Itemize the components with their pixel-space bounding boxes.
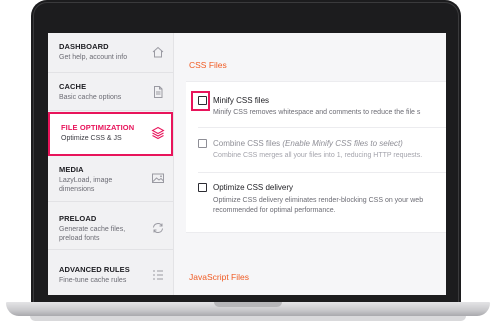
- sidebar: DASHBOARD Get help, account info CACHE B…: [48, 33, 174, 295]
- combine-css-desc: Combine CSS merges all your files into 1…: [213, 152, 423, 159]
- css-files-heading: CSS Files: [189, 60, 227, 70]
- sidebar-item-desc: LazyLoad, image dimensions: [59, 177, 113, 193]
- sidebar-item-advanced-rules[interactable]: ADVANCED RULES Fine-tune cache rules: [48, 250, 173, 295]
- sidebar-item-desc: Optimize CSS & JS: [61, 135, 122, 142]
- sidebar-item-title: FILE OPTIMIZATION: [61, 123, 135, 132]
- list-icon: [153, 270, 163, 280]
- sidebar-item-file-optimization[interactable]: FILE OPTIMIZATION Optimize CSS & JS: [48, 112, 173, 156]
- sidebar-item-media[interactable]: MEDIA LazyLoad, image dimensions: [48, 157, 173, 202]
- optimize-css-delivery-checkbox[interactable]: [198, 183, 207, 192]
- optimize-css-delivery-desc-line1: Optimize CSS delivery eliminates render-…: [213, 197, 424, 204]
- sidebar-item-desc: Fine-tune cache rules: [59, 277, 127, 284]
- sidebar-item-cache[interactable]: CACHE Basic cache options: [48, 73, 173, 111]
- sidebar-item-dashboard[interactable]: DASHBOARD Get help, account info: [48, 33, 173, 73]
- refresh-icon: [153, 223, 163, 233]
- sidebar-item-title: MEDIA: [59, 165, 84, 174]
- sidebar-item-preload[interactable]: PRELOAD Generate cache files, preload fo…: [48, 202, 173, 250]
- sidebar-item-title: DASHBOARD: [59, 42, 109, 51]
- divider: [198, 172, 446, 173]
- laptop-screen: DASHBOARD Get help, account info CACHE B…: [48, 33, 446, 295]
- home-icon: [152, 46, 164, 58]
- combine-css-label: Combine CSS files (Enable Minify CSS fil…: [213, 139, 403, 148]
- divider: [198, 127, 446, 128]
- laptop-notch: [214, 302, 282, 307]
- layers-icon: [151, 126, 165, 140]
- css-options-panel: Minify CSS files Minify CSS removes whit…: [186, 81, 446, 233]
- document-icon: [154, 86, 163, 98]
- sidebar-item-title: CACHE: [59, 82, 87, 91]
- minify-css-label[interactable]: Minify CSS files: [213, 96, 269, 105]
- sidebar-item-desc: Generate cache files, preload fonts: [59, 226, 126, 242]
- sidebar-item-desc: Get help, account info: [59, 54, 128, 61]
- image-icon: [152, 173, 164, 183]
- sidebar-item-desc: Basic cache options: [59, 94, 122, 101]
- main-content: CSS Files Minify CSS files Minify CSS re…: [174, 33, 446, 295]
- sidebar-item-title: PRELOAD: [59, 214, 97, 223]
- minify-css-checkbox[interactable]: [198, 96, 207, 105]
- combine-css-label-note: (Enable Minify CSS files to select): [282, 139, 403, 148]
- optimize-css-delivery-desc-line2: recommended for optimal performance.: [213, 207, 336, 214]
- minify-css-desc: Minify CSS removes whitespace and commen…: [213, 109, 421, 116]
- combine-css-label-text: Combine CSS files: [213, 139, 283, 148]
- javascript-files-heading: JavaScript Files: [189, 272, 249, 282]
- laptop-base-shadow: [30, 316, 466, 321]
- sidebar-item-title: ADVANCED RULES: [59, 265, 130, 274]
- optimize-css-delivery-label[interactable]: Optimize CSS delivery: [213, 183, 293, 192]
- combine-css-checkbox[interactable]: [198, 139, 207, 148]
